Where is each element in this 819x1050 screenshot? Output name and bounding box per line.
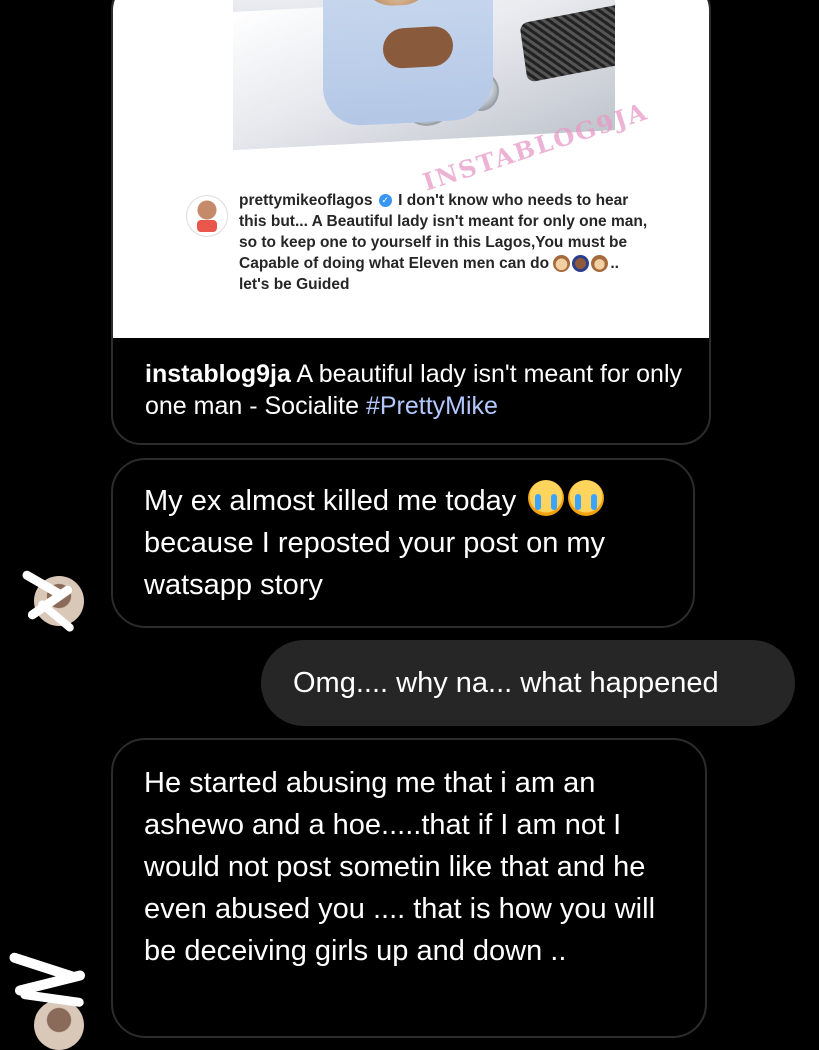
sender-avatar[interactable] [20, 569, 84, 634]
incoming-message[interactable]: My ex almost killed me today because I r… [111, 458, 695, 628]
message-text: Omg.... why na... what happened [293, 667, 719, 699]
loudly-crying-face-icon [568, 480, 605, 516]
post-account-name[interactable]: instablog9ja [145, 360, 291, 388]
incoming-message[interactable]: He started abusing me that i am an ashew… [111, 738, 707, 1038]
monkey-icon [591, 255, 609, 273]
verified-icon: ✓ [378, 194, 392, 208]
post-footer: instablog9ja A beautiful lady isn't mean… [145, 358, 705, 422]
post-hashtag[interactable]: #PrettyMike [366, 392, 498, 420]
post-caption: prettymikeoflagos ✓ I don't know who nee… [239, 190, 659, 295]
loudly-crying-face-icon [528, 480, 565, 516]
caption-end: let's be Guided [239, 276, 350, 293]
outgoing-message[interactable]: Omg.... why na... what happened [261, 640, 795, 726]
caption-avatar [186, 195, 228, 237]
message-text: My ex almost killed me today [144, 485, 517, 517]
message-text-continued: because I reposted your post on my watsa… [144, 527, 606, 601]
caption-username: prettymikeoflagos [239, 192, 373, 209]
face-icon [572, 255, 590, 273]
caption-tail: .. [610, 255, 619, 272]
post-image[interactable]: INSTABLOG9JA prettymikeoflagos ✓ I don't… [113, 0, 709, 338]
see-no-evil-monkey-icon [553, 255, 571, 273]
sender-avatar[interactable] [8, 951, 87, 1050]
shared-post-card[interactable]: INSTABLOG9JA prettymikeoflagos ✓ I don't… [111, 0, 711, 445]
message-text: He started abusing me that i am an ashew… [144, 767, 656, 967]
